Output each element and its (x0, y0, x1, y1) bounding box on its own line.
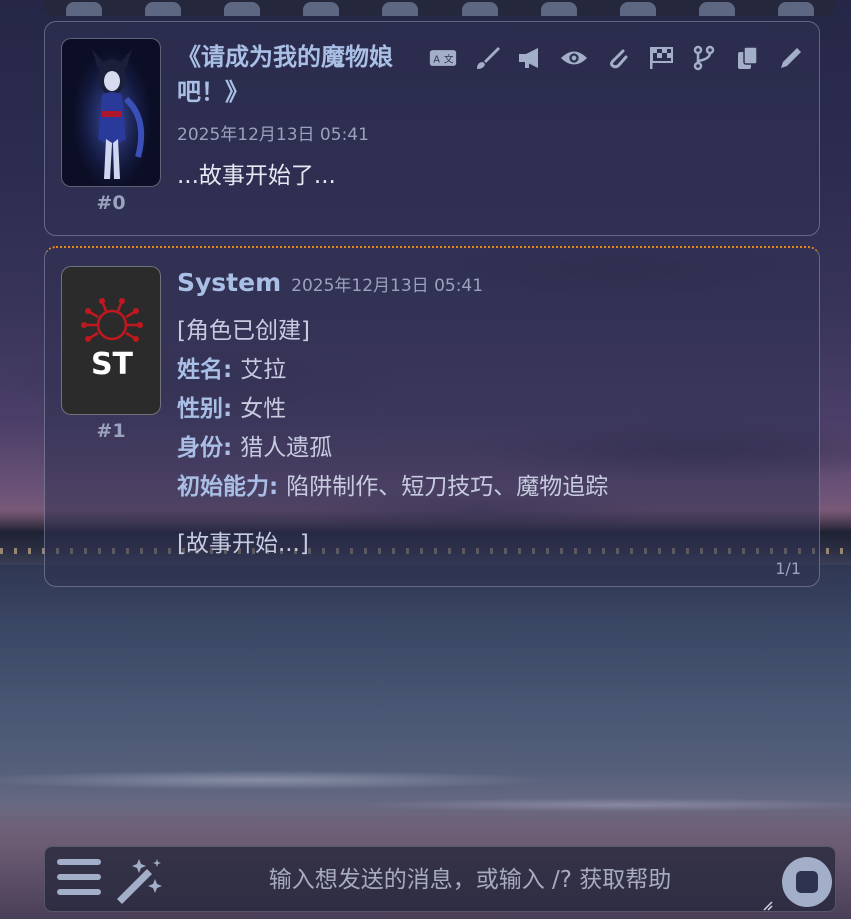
flag-checkered-icon[interactable] (647, 44, 675, 72)
message-id: #0 (96, 192, 126, 214)
sender-name: System (177, 268, 282, 297)
message-timestamp: 2025年12月13日 05:41 (291, 276, 484, 296)
story-start: [故事开始...] (177, 531, 309, 557)
options-menu-icon[interactable] (57, 859, 101, 899)
character-avatar[interactable] (61, 38, 161, 187)
chat-message: #0 《请成为我的魔物娘吧！》 2025年12月13日 05:41 ...故事开… (44, 21, 820, 236)
message-input[interactable] (175, 855, 765, 905)
swipe-counter: 1/1 (775, 559, 801, 578)
stop-icon (796, 871, 818, 893)
eye-icon[interactable] (560, 44, 588, 72)
translate-icon[interactable]: A文 (429, 44, 457, 72)
message-actions: A文 (429, 42, 805, 74)
avatar-label: ST (90, 347, 134, 382)
megaphone-icon[interactable] (516, 44, 544, 72)
stop-generation-button[interactable] (782, 857, 832, 907)
font-icon[interactable] (303, 2, 340, 16)
user-cog-icon[interactable] (461, 2, 498, 16)
chat-input-bar (44, 846, 836, 912)
sillytavern-logo-icon (81, 298, 143, 342)
copy-icon[interactable] (734, 44, 762, 72)
image-icon[interactable] (540, 2, 577, 16)
field-name: 姓名: 艾拉 (177, 357, 287, 383)
svg-text:A: A (433, 54, 440, 65)
top-toolbar (44, 0, 836, 16)
system-avatar[interactable]: ST (61, 266, 161, 415)
branch-icon[interactable] (690, 44, 718, 72)
id-card-icon[interactable] (778, 2, 815, 16)
message-id: #1 (96, 420, 126, 442)
magic-wand-icon[interactable] (111, 855, 165, 909)
message-text: [角色已创建] 姓名: 艾拉 性别: 女性 身份: 猎人遗孤 初始能力: 陷阱制… (177, 312, 608, 564)
cubes-icon[interactable] (619, 2, 656, 16)
chat-message: ST #1 System 2025年12月13日 05:41 [角色已创建] 姓… (44, 246, 820, 587)
field-gender: 性别: 女性 (177, 396, 287, 422)
sliders-icon[interactable] (65, 2, 102, 16)
field-abilities: 初始能力: 陷阱制作、短刀技巧、魔物追踪 (177, 474, 609, 500)
paintbrush-icon[interactable] (473, 44, 501, 72)
brush-icon[interactable] (223, 2, 260, 16)
paperclip-icon[interactable] (603, 44, 631, 72)
message-header: System 2025年12月13日 05:41 (177, 268, 483, 297)
character-portrait (92, 49, 145, 179)
resize-handle-icon[interactable] (761, 899, 773, 911)
chat-title: 《请成为我的魔物娘吧！》 (177, 43, 393, 106)
plug-icon[interactable] (144, 2, 181, 16)
book-icon[interactable] (382, 2, 419, 16)
field-identity: 身份: 猎人遗孤 (177, 435, 333, 461)
message-timestamp: 2025年12月13日 05:41 (177, 125, 369, 145)
ocean-waves (0, 760, 851, 830)
svg-text:文: 文 (444, 53, 454, 65)
creation-header: [角色已创建] (177, 318, 310, 344)
face-icon[interactable] (699, 2, 736, 16)
message-text: ...故事开始了... (177, 163, 336, 189)
pencil-icon[interactable] (777, 44, 805, 72)
